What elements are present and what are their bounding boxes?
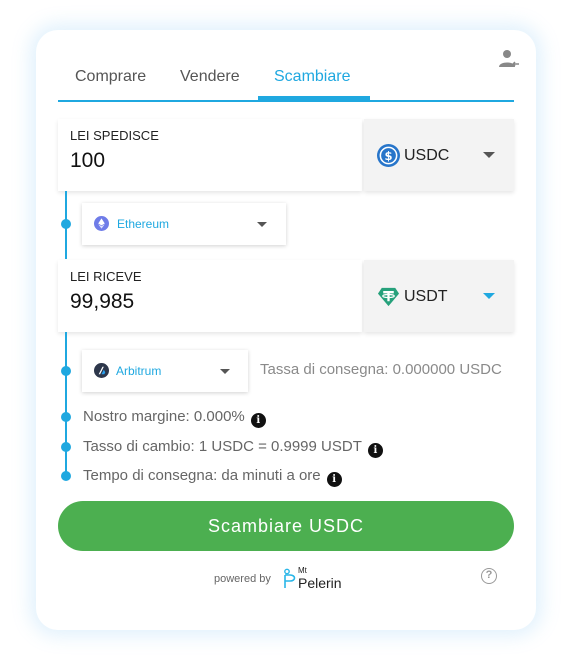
- mt-pelerin-logo-icon[interactable]: [282, 568, 298, 590]
- usdc-coin-icon: $: [377, 144, 400, 167]
- ethereum-icon: [94, 216, 109, 231]
- flow-dot-rate: [61, 442, 71, 452]
- svg-text:$: $: [384, 149, 392, 163]
- delivery-fee: Tassa di consegna: 0.000000 USDC: [260, 361, 514, 383]
- powered-by-text: powered by: [214, 573, 271, 585]
- receive-network-select[interactable]: Arbitrum: [82, 350, 248, 392]
- send-token-select[interactable]: $ USDC: [364, 119, 514, 191]
- brand-name-text[interactable]: Pelerin: [298, 575, 342, 591]
- send-amount-value[interactable]: 100: [70, 149, 105, 173]
- receive-network-name: Arbitrum: [116, 364, 162, 378]
- arbitrum-icon: [94, 363, 109, 378]
- flow-line-receive: [65, 332, 67, 478]
- help-icon[interactable]: ?: [481, 568, 497, 584]
- flow-dot-time: [61, 471, 71, 481]
- chevron-down-icon: [483, 152, 495, 158]
- send-label: LEI SPEDISCE: [70, 128, 159, 143]
- receive-amount-value: 99,985: [70, 290, 135, 313]
- receive-token-select[interactable]: USDT: [364, 260, 514, 332]
- info-icon[interactable]: i: [250, 413, 266, 428]
- margin-info: Nostro margine: 0.000% i: [83, 408, 266, 428]
- tab-vendere[interactable]: Vendere: [180, 68, 240, 86]
- flow-dot-network-send: [61, 219, 71, 229]
- swap-button[interactable]: Scambiare USDC: [58, 501, 514, 551]
- delivery-time-text: Tempo di consegna: da minuti a ore: [83, 467, 321, 484]
- exchange-rate-info: Tasso di cambio: 1 USDC = 0.9999 USDT i: [83, 438, 383, 458]
- flow-dot-network-receive: [61, 366, 71, 376]
- chevron-down-icon: [220, 369, 230, 374]
- receive-label: LEI RICEVE: [70, 269, 142, 284]
- chevron-down-icon: [483, 293, 495, 299]
- margin-text: Nostro margine: 0.000%: [83, 408, 245, 425]
- delivery-time-info: Tempo di consegna: da minuti a ore i: [83, 467, 342, 487]
- info-icon[interactable]: i: [326, 472, 342, 487]
- exchange-rate-text: Tasso di cambio: 1 USDC = 0.9999 USDT: [83, 438, 362, 455]
- chevron-down-icon: [257, 222, 267, 227]
- tether-coin-icon: [377, 287, 400, 307]
- receive-amount-field[interactable]: LEI RICEVE 99,985: [58, 260, 362, 332]
- active-tab-indicator: [258, 96, 370, 100]
- flow-dot-margin: [61, 412, 71, 422]
- receive-token-name: USDT: [404, 288, 448, 305]
- send-network-select[interactable]: Ethereum: [82, 203, 286, 245]
- send-network-name: Ethereum: [117, 217, 170, 231]
- info-icon[interactable]: i: [367, 443, 383, 458]
- brand-small-text: Mt: [298, 566, 307, 575]
- delivery-fee-text: Tassa di consegna: 0.000000 USDC: [260, 361, 502, 378]
- send-token-name: USDC: [404, 147, 450, 164]
- tab-bar: Comprare Vendere Scambiare: [58, 60, 514, 102]
- tab-comprare[interactable]: Comprare: [75, 68, 146, 86]
- tab-scambiare[interactable]: Scambiare: [274, 68, 350, 86]
- send-amount-field[interactable]: LEI SPEDISCE 100: [58, 119, 362, 191]
